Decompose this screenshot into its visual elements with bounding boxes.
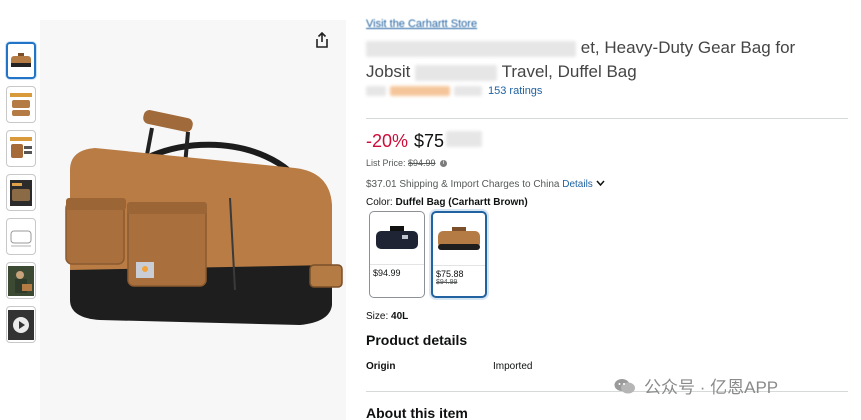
about-this-item-heading: About this item <box>366 405 468 420</box>
chevron-down-icon <box>596 180 605 187</box>
main-product-image[interactable] <box>40 20 346 420</box>
product-details-heading: Product details <box>366 332 468 348</box>
size-label: Size: 40L <box>366 311 409 322</box>
navy-bag-thumbnail <box>376 226 418 249</box>
list-price: List Price: $94.99 i <box>366 158 448 168</box>
thumbnail-strip <box>6 42 36 350</box>
product-title: et, Heavy-Duty Gear Bag for Jobsit Trave… <box>366 38 796 81</box>
shipping-info: $37.01 Shipping & Import Charges to Chin… <box>366 179 605 190</box>
share-icon <box>316 32 328 48</box>
thumbnail-infographic-3[interactable] <box>6 174 36 211</box>
thumbnail-video[interactable] <box>6 306 36 343</box>
share-button[interactable] <box>309 28 335 52</box>
swatch-navy[interactable]: $94.99 <box>369 211 425 298</box>
thumbnail-bag-front[interactable] <box>6 42 36 79</box>
detail-value-origin: Imported <box>493 361 533 372</box>
price-amount: $75 <box>414 131 445 151</box>
watermark: 公众号 · 亿恩APP <box>614 373 778 398</box>
thumbnail-lifestyle[interactable] <box>6 262 36 299</box>
visit-store-link[interactable]: Visit the Carhartt Store <box>366 18 477 30</box>
thumbnail-infographic-2[interactable] <box>6 130 36 167</box>
price-row: -20% $75 <box>366 131 483 152</box>
divider <box>366 118 848 119</box>
rating-row: 153 ratings <box>366 82 542 100</box>
wechat-icon <box>614 378 635 393</box>
detail-label-origin: Origin <box>366 361 396 372</box>
color-selection-label: Color: Duffel Bag (Carhartt Brown) <box>366 197 528 208</box>
thumbnail-dimensions[interactable] <box>6 218 36 255</box>
thumbnail-infographic-1[interactable] <box>6 86 36 123</box>
ratings-count-link[interactable]: 153 ratings <box>488 85 542 97</box>
info-icon[interactable]: i <box>440 160 448 168</box>
swatch-carhartt-brown[interactable]: $75.88 $94.99 <box>431 211 487 298</box>
brown-bag-thumbnail <box>438 227 480 250</box>
shipping-details-link[interactable]: Details <box>562 179 605 190</box>
discount-percent: -20% <box>366 131 409 151</box>
